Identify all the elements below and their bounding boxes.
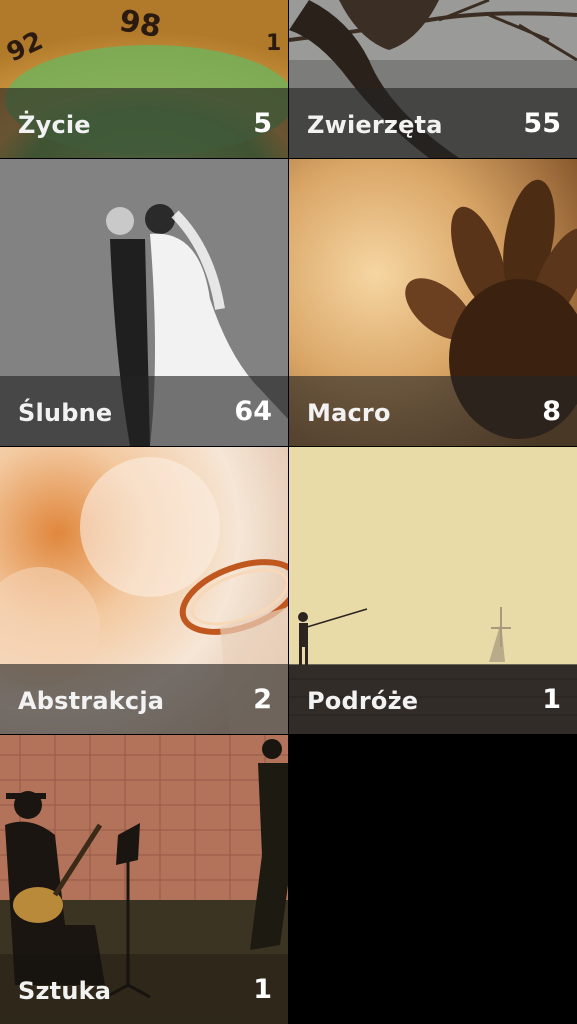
album-label-bar: Zwierzęta 55 — [289, 88, 577, 158]
album-label-bar: Abstrakcja 2 — [0, 664, 288, 734]
album-tile-abstrakcja[interactable]: Abstrakcja 2 — [0, 447, 288, 734]
album-title: Abstrakcja — [18, 687, 165, 715]
album-tile-podroze[interactable]: Podróże 1 — [289, 447, 577, 734]
album-count: 64 — [234, 396, 272, 427]
album-label-bar: Podróże 1 — [289, 664, 577, 734]
album-label-bar: Sztuka 1 — [0, 954, 288, 1024]
album-title: Ślubne — [18, 399, 113, 427]
album-title: Sztuka — [18, 977, 112, 1005]
album-count: 1 — [253, 974, 272, 1005]
album-count: 8 — [542, 396, 561, 427]
svg-text:98: 98 — [117, 3, 164, 45]
album-tile-macro[interactable]: Macro 8 — [289, 159, 577, 446]
album-tile-zycie[interactable]: 98 92 1 Życie 5 — [0, 0, 288, 158]
album-count: 2 — [253, 684, 272, 715]
album-count: 55 — [523, 108, 561, 139]
album-tile-sztuka[interactable]: Sztuka 1 — [0, 735, 288, 1024]
album-label-bar: Życie 5 — [0, 88, 288, 158]
album-tile-zwierzeta[interactable]: Zwierzęta 55 — [289, 0, 577, 158]
svg-text:1: 1 — [266, 31, 281, 56]
album-count: 5 — [253, 108, 272, 139]
album-count: 1 — [542, 684, 561, 715]
empty-grid-cell — [289, 735, 577, 1024]
album-title: Życie — [18, 111, 91, 139]
album-title: Zwierzęta — [307, 111, 443, 139]
album-label-bar: Ślubne 64 — [0, 376, 288, 446]
album-title: Macro — [307, 399, 391, 427]
album-label-bar: Macro 8 — [289, 376, 577, 446]
album-tile-slubne[interactable]: Ślubne 64 — [0, 159, 288, 446]
album-title: Podróże — [307, 687, 419, 715]
